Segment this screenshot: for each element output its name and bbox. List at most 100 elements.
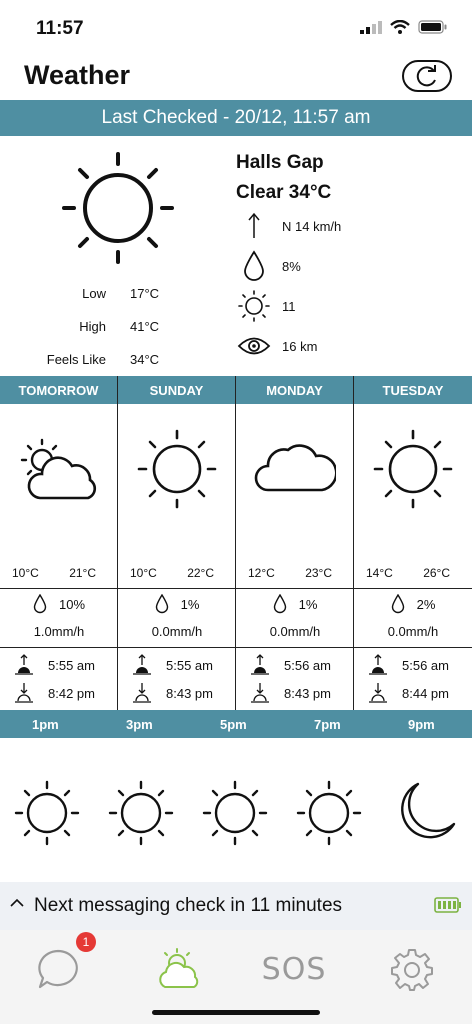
hour-label: 3pm [126, 717, 153, 732]
hourly-header: 1pm 3pm 5pm 7pm 9pm [0, 710, 472, 738]
hour-label: 1pm [32, 717, 59, 732]
wind-row: N 14 km/h [236, 208, 341, 244]
forecast-day[interactable]: MONDAY 12°C 23°C 1% 0.0mm/h 5:56 am 8:43… [236, 376, 354, 710]
day-low: 12°C [248, 566, 275, 580]
feels-like-value: 34°C [130, 352, 160, 367]
day-high: 26°C [423, 566, 450, 580]
sunset-icon [369, 683, 387, 703]
sunset-icon [15, 683, 33, 703]
tab-sos[interactable]: SOS [261, 944, 327, 994]
sunrise-time: 5:56 am [402, 657, 449, 673]
uv-value: 11 [282, 298, 296, 314]
day-rain-rate: 0.0mm/h [387, 624, 439, 639]
home-indicator [152, 1010, 320, 1015]
visibility-value: 16 km [282, 338, 318, 354]
wind-value: N 14 km/h [282, 218, 342, 234]
last-checked-banner: Last Checked - 20/12, 11:57 am [0, 100, 472, 136]
battery-icon [434, 897, 461, 913]
day-name: MONDAY [236, 376, 353, 404]
messaging-check-bar[interactable]: Next messaging check in 11 minutes [0, 882, 472, 930]
tab-weather[interactable] [148, 944, 208, 994]
sunset-icon [133, 683, 151, 703]
low-label: Low [82, 286, 106, 301]
refresh-icon [416, 65, 436, 87]
wifi-icon [390, 20, 410, 34]
day-high: 23°C [305, 566, 332, 580]
rain-row: 8% [236, 248, 301, 284]
refresh-button[interactable] [402, 60, 452, 92]
eye-icon [237, 337, 271, 355]
tab-settings[interactable] [382, 944, 442, 994]
low-value: 17°C [130, 286, 160, 301]
sun-icon [108, 780, 174, 846]
day-high: 22°C [187, 566, 214, 580]
nav-bar: Weather [0, 56, 472, 100]
cloud-icon [254, 444, 336, 492]
raindrop-icon [391, 594, 404, 614]
high-label: High [79, 319, 106, 334]
day-low: 10°C [130, 566, 157, 580]
weather-tab-icon [159, 948, 199, 988]
day-rain-chance: 1% [298, 596, 318, 612]
uv-sun-icon [238, 290, 270, 322]
sunset-time: 8:43 pm [284, 685, 331, 701]
day-low: 14°C [366, 566, 393, 580]
forecast-day[interactable]: TOMORROW 10°C 21°C 10% 1.0mm/h 5:55 am 8… [0, 376, 118, 710]
status-bar: 11:57 [0, 0, 472, 56]
location-name: Halls Gap [236, 152, 324, 173]
sunrise-icon [369, 654, 387, 675]
uv-row: 11 [236, 288, 296, 324]
rain-chance-value: 8% [282, 258, 301, 274]
hourly-icons [0, 780, 472, 860]
sun-icon [202, 780, 268, 846]
sun-icon [14, 780, 80, 846]
wind-arrow-icon [248, 212, 260, 238]
status-time: 11:57 [36, 18, 84, 39]
day-name: TUESDAY [354, 376, 472, 404]
daily-forecast: TOMORROW 10°C 21°C 10% 1.0mm/h 5:55 am 8… [0, 376, 472, 710]
forecast-day[interactable]: TUESDAY 14°C 26°C 2% 0.0mm/h 5:56 am 8:4… [354, 376, 472, 710]
day-rain-rate: 0.0mm/h [269, 624, 321, 639]
sunset-time: 8:42 pm [48, 685, 95, 701]
raindrop-icon [33, 594, 47, 614]
forecast-day[interactable]: SUNDAY 10°C 22°C 1% 0.0mm/h 5:55 am 8:43… [118, 376, 236, 710]
sun-icon [137, 429, 217, 509]
tab-messages[interactable] [28, 944, 88, 994]
sunrise-icon [15, 654, 33, 675]
chevron-up-icon[interactable] [10, 898, 24, 908]
day-rain-chance: 1% [180, 596, 200, 612]
day-rain-chance: 2% [416, 596, 436, 612]
current-condition: Clear 34°C [236, 182, 332, 203]
gear-icon [391, 949, 433, 991]
messaging-check-text: Next messaging check in 11 minutes [34, 895, 343, 916]
hour-label: 5pm [220, 717, 247, 732]
sunrise-time: 5:55 am [48, 657, 95, 673]
moon-icon [401, 782, 456, 839]
page-title: Weather [24, 60, 131, 90]
sunrise-time: 5:56 am [284, 657, 331, 673]
sun-icon [296, 780, 362, 846]
current-conditions: Low 17°C High 41°C Feels Like 34°C Halls… [0, 136, 472, 376]
day-name: TOMORROW [0, 376, 117, 404]
sun-icon [373, 429, 453, 509]
sunset-time: 8:44 pm [402, 685, 449, 701]
battery-status-icon [418, 20, 447, 34]
day-rain-rate: 0.0mm/h [151, 624, 203, 639]
messages-badge: 1 [76, 932, 96, 952]
high-value: 41°C [130, 319, 160, 334]
visibility-row: 16 km [236, 328, 317, 364]
raindrop-icon [273, 594, 286, 614]
raindrop-icon [244, 250, 264, 281]
day-high: 21°C [69, 566, 96, 580]
hour-label: 9pm [408, 717, 435, 732]
feels-like-label: Feels Like [46, 352, 106, 367]
day-rain-rate: 1.0mm/h [33, 624, 85, 639]
sunset-icon [251, 683, 269, 703]
sos-label: SOS [261, 951, 327, 987]
day-low: 10°C [12, 566, 39, 580]
chat-bubble-icon [38, 949, 78, 989]
day-name: SUNDAY [118, 376, 235, 404]
partly-cloudy-icon [20, 438, 97, 500]
signal-icon [360, 21, 382, 34]
sunrise-icon [133, 654, 151, 675]
